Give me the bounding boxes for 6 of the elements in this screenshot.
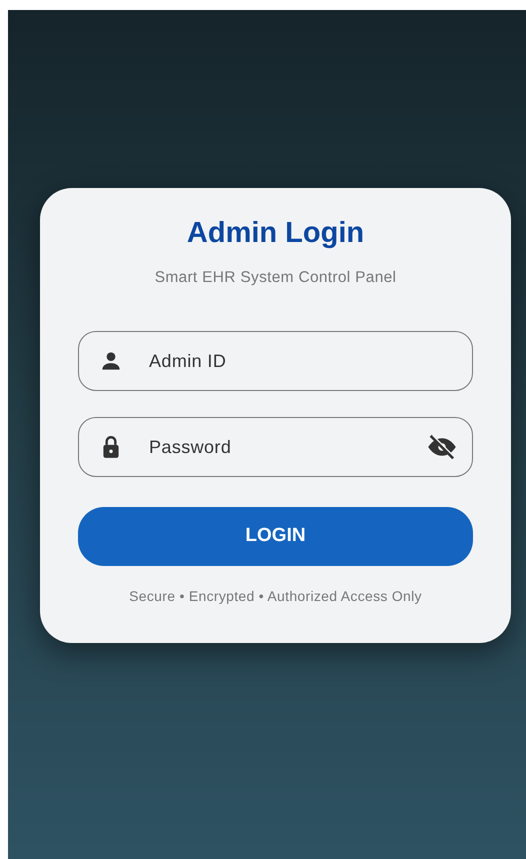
card-title: Admin Login	[186, 218, 366, 250]
input-field[interactable]: Password	[78, 417, 473, 478]
card-subtitle: Smart EHR System Control Panel	[154, 268, 398, 288]
input-field[interactable]: Admin ID	[78, 331, 473, 392]
security-note: Secure • Encrypted • Authorized Access Only	[128, 587, 423, 606]
login-button[interactable]: LOGIN	[78, 507, 473, 566]
